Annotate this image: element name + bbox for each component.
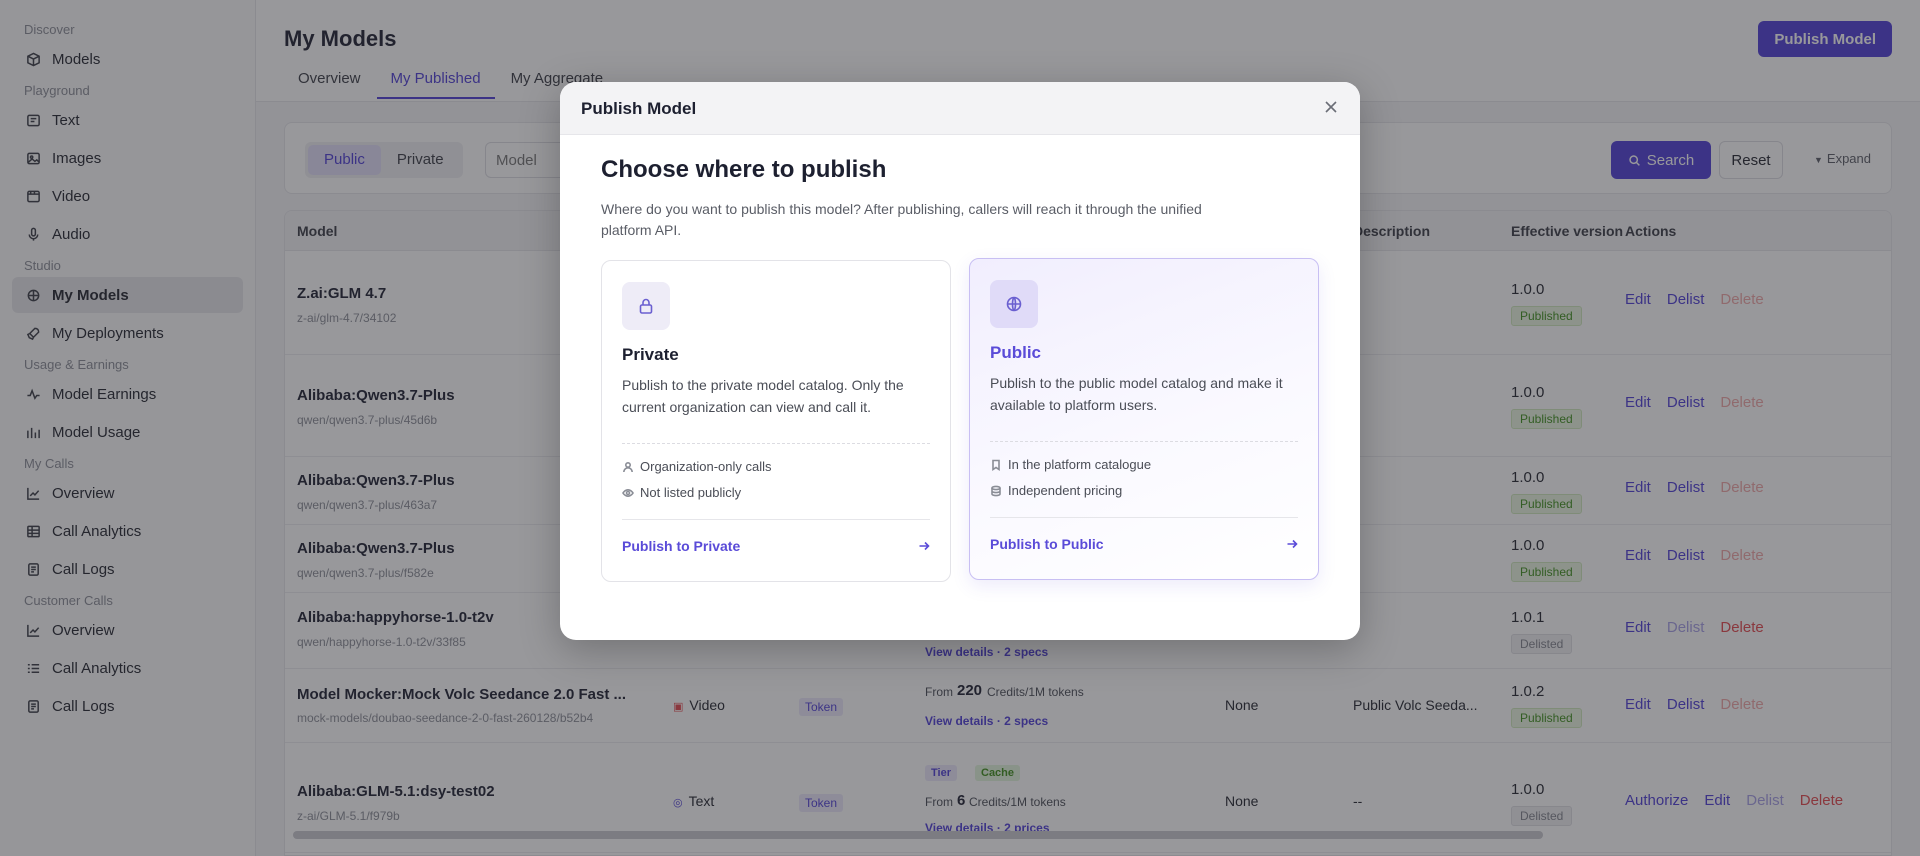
feature-label: Not listed publicly bbox=[640, 485, 742, 500]
cta-label: Publish to Private bbox=[622, 538, 741, 554]
arrow-right-icon bbox=[1287, 539, 1298, 549]
dialog-heading: Choose where to publish bbox=[601, 156, 887, 183]
publish-to-public-button[interactable]: Publish to Public bbox=[990, 536, 1298, 552]
divider bbox=[622, 519, 930, 520]
divider bbox=[990, 441, 1298, 442]
database-icon bbox=[991, 485, 1001, 496]
feature-label: Organization-only calls bbox=[640, 459, 772, 474]
private-feature-org-only: Organization-only calls bbox=[622, 459, 772, 474]
feature-label: In the platform catalogue bbox=[1008, 457, 1152, 472]
publish-to-private-button[interactable]: Publish to Private bbox=[622, 538, 930, 554]
bookmark-icon bbox=[992, 459, 1000, 471]
user-icon bbox=[623, 461, 633, 472]
dialog-title: Publish Model bbox=[581, 99, 697, 118]
public-description: Publish to the public model catalog and … bbox=[990, 375, 1283, 413]
dialog-header: Publish Model bbox=[560, 82, 1360, 135]
arrow-right-icon bbox=[919, 541, 930, 551]
feature-label: Independent pricing bbox=[1008, 483, 1123, 498]
cta-label: Publish to Public bbox=[990, 536, 1104, 552]
publish-model-dialog: Publish Model Choose where to publish Wh… bbox=[560, 82, 1360, 640]
close-icon[interactable] bbox=[1324, 100, 1340, 116]
public-feature-catalogue: In the platform catalogue bbox=[990, 457, 1151, 472]
divider bbox=[990, 517, 1298, 518]
divider bbox=[622, 443, 930, 444]
lock-icon bbox=[622, 282, 670, 330]
private-description: Publish to the private model catalog. On… bbox=[622, 377, 904, 415]
public-title: Public bbox=[990, 343, 1042, 362]
public-option-card[interactable]: Public Publish to the public model catal… bbox=[969, 258, 1319, 580]
public-feature-pricing: Independent pricing bbox=[990, 483, 1122, 498]
eye-off-icon bbox=[622, 488, 634, 497]
private-title: Private bbox=[622, 345, 679, 364]
private-option-card[interactable]: Private Publish to the private model cat… bbox=[601, 260, 951, 582]
globe-icon bbox=[990, 280, 1038, 328]
dialog-description: Where do you want to publish this model?… bbox=[601, 201, 1202, 238]
private-feature-not-listed: Not listed publicly bbox=[622, 485, 741, 500]
